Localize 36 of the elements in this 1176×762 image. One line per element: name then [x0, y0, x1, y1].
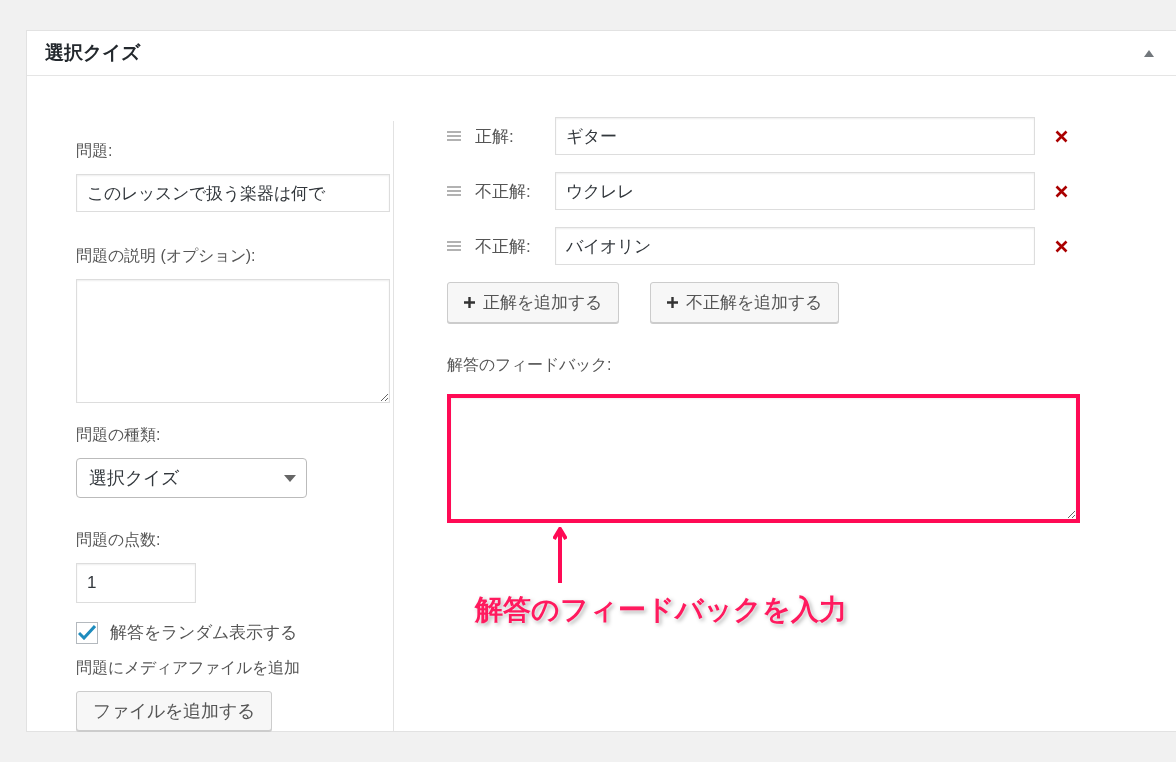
plus-icon [667, 297, 678, 308]
field-label: 問題の説明 (オプション): [76, 246, 257, 266]
remove-icon[interactable] [1055, 129, 1068, 143]
plus-icon [464, 297, 475, 308]
feedback-field[interactable] [447, 394, 1080, 523]
field-label: 問題にメディアファイルを追加 [76, 658, 301, 678]
type-select[interactable]: 選択クイズ [76, 458, 307, 498]
answer-input[interactable]: ギター [555, 117, 1035, 155]
field-label: 問題の点数: [76, 530, 162, 550]
panel-title: 選択クイズ [45, 41, 140, 65]
question-input[interactable]: このレッスンで扱う楽器は何で [76, 174, 390, 212]
checkmark-icon [78, 625, 96, 640]
dropdown-caret-icon [284, 474, 296, 482]
add-answer-button[interactable]: 正解を追加する [447, 282, 619, 323]
drag-handle-icon[interactable] [447, 131, 461, 141]
add-file-button[interactable]: ファイルを追加する [76, 691, 272, 731]
description-field[interactable] [76, 279, 390, 403]
points-input[interactable]: 1 [76, 563, 196, 603]
answer-label: 正解: [475, 125, 515, 148]
collapse-toggle-icon[interactable] [1144, 49, 1154, 57]
add-answer-button[interactable]: 不正解を追加する [650, 282, 839, 323]
drag-handle-icon[interactable] [447, 186, 461, 196]
remove-icon[interactable] [1055, 239, 1068, 253]
annotation-arrow [553, 527, 567, 583]
field-label: 解答のフィードバック: [447, 355, 613, 375]
answer-label: 不正解: [475, 235, 532, 258]
randomize-checkbox[interactable] [76, 621, 98, 644]
field-label: 問題の種類: [76, 425, 162, 445]
answer-label: 不正解: [475, 180, 532, 203]
annotation-text: 解答のフィードバックを入力 [475, 593, 848, 627]
answer-input[interactable]: ウクレレ [555, 172, 1035, 210]
answer-input[interactable]: バイオリン [555, 227, 1035, 265]
drag-handle-icon[interactable] [447, 241, 461, 251]
checkbox-label: 解答をランダム表示する [110, 622, 297, 644]
field-label: 問題: [76, 141, 114, 161]
remove-icon[interactable] [1055, 184, 1068, 198]
